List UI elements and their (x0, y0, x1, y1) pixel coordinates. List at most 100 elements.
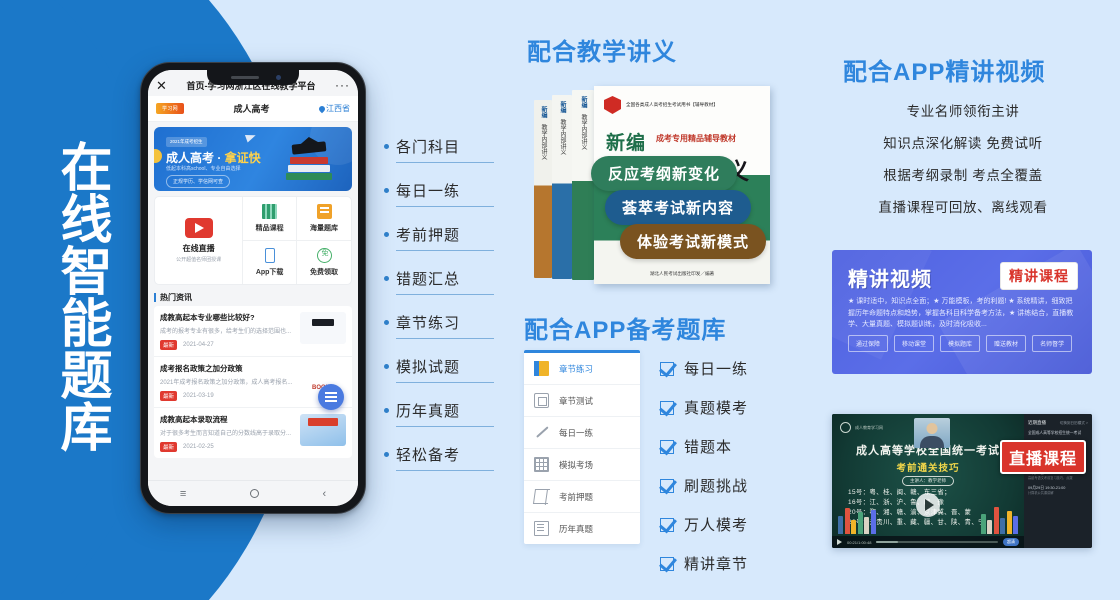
bullet-underline (396, 470, 494, 471)
book-shape (980, 514, 986, 534)
video-line: 专业名师领衔主讲 (906, 104, 1020, 119)
front-camera-icon (276, 75, 281, 80)
course-card-title: 精讲视频 (848, 269, 932, 291)
list-item[interactable]: 全国成人高等学校招生统一考试 (1028, 431, 1088, 436)
more-dots-icon[interactable]: ··· (335, 78, 350, 92)
banner-book-2 (288, 165, 330, 172)
live-course-badge: 直播课程 (999, 440, 1086, 474)
qbank-menu-item-past-papers[interactable]: 历年真题 (524, 513, 640, 544)
bullet-underline (396, 382, 494, 383)
location-label: 江西省 (326, 104, 350, 113)
schedule-title: 全国成人高等学校招生统一考试 (1028, 431, 1082, 435)
qbank-menu-label: 章节测试 (559, 395, 594, 406)
list-item: 章节练习 (384, 312, 494, 339)
promo-banner-stage: 在线智能题库 ✕ 首页-学习网浙江区在线教学平台 ··· 学习网 成人高考 江西… (0, 0, 1120, 600)
android-back-icon[interactable]: ‹ (322, 488, 326, 500)
sidebar-switch-link[interactable]: 切换到日历模式 > (1060, 421, 1088, 426)
paper-plane-icon (244, 131, 258, 143)
chapter-test-icon (534, 393, 549, 408)
book-spine-head: 新编 (559, 101, 565, 113)
android-navbar: ≡ ‹ (148, 480, 358, 506)
list-item: 各门科目 (384, 136, 494, 163)
list-item[interactable]: 成教高起本专业哪些比较好? 成考的报考专业有很多，给考生们的选择范围也... 最… (154, 306, 352, 357)
list-item: 错题本 (660, 436, 748, 457)
check-icon (660, 517, 674, 532)
course-tag[interactable]: 模拟题库 (940, 335, 981, 352)
course-card-tags: 通过保障 移动课堂 模拟题库 赠送教材 名师督学 (848, 335, 1082, 352)
qbank-menu-item-daily-practice[interactable]: 每日一练 (524, 417, 640, 449)
banner-title: 成人高考 · 拿证快 (166, 151, 261, 165)
video-quality-badge[interactable]: 超清 (1003, 538, 1019, 546)
mobile-phone-icon (264, 248, 275, 263)
list-item[interactable]: 成教高起本录取流程 对于很多考生而言知道自己的分数线高于录取分... 最新 20… (154, 408, 352, 458)
play-button-icon[interactable] (916, 493, 940, 518)
android-menu-icon[interactable]: ≡ (180, 488, 186, 500)
news-item-body: 成考报名政策之加分政策 2021年成考报名政策之加分政策，成人高考报名... 最… (160, 363, 294, 401)
check-icon (660, 478, 674, 493)
news-item-title: 成考报名政策之加分政策 (160, 364, 243, 373)
feature-bullet-list: 各门科目 每日一练 考前押题 错题汇总 章节练习 模拟试题 历年真题 轻松备考 (384, 136, 494, 488)
book-shape (857, 512, 863, 534)
video-progress-fill (876, 541, 899, 543)
banner-tagline: 2021年成考招生 (166, 137, 207, 147)
video-line: 直播课程可回放、离线观看 (878, 200, 1048, 215)
list-item: 刷题挑战 (660, 475, 748, 496)
blackboard-line: 15号：粤、桂、闽、赣、东三省； (848, 489, 951, 496)
course-promo-card[interactable]: 精讲视频 精讲课程 ★ 课时适中，知识点全面；★ 万能模板，考的利题! ★ 系统… (832, 250, 1092, 374)
course-tag[interactable]: 赠送教材 (986, 335, 1027, 352)
news-item-date: 2021-03-19 (183, 393, 214, 399)
course-tag[interactable]: 名师督学 (1032, 335, 1073, 352)
android-home-icon[interactable] (249, 489, 259, 498)
bullet-label: 轻松备考 (396, 447, 461, 464)
list-item: 每日一练 (384, 180, 494, 207)
blackboard-pill: 主讲人：教学老师 (902, 476, 954, 486)
bullet-label: 每日一练 (396, 183, 461, 200)
list-item[interactable]: 09月29日 19:30-21:00 计算机公共课讲解 (1028, 486, 1088, 496)
promo-banner-card[interactable]: 2021年成考招生 成人高考 · 拿证快 低起本科高school、专业自由选择 … (154, 127, 352, 191)
status-badge: 最新 (160, 340, 178, 350)
feature-cell-label: 海量题库 (310, 225, 339, 232)
feature-live-subtitle: 公开超值名师团授课 (176, 257, 222, 263)
course-tag[interactable]: 移动课堂 (894, 335, 935, 352)
list-item: 真题模考 (660, 397, 748, 418)
book-shape (851, 520, 856, 534)
video-watermark-logo: 成人教育学习网 (840, 422, 883, 433)
play-pause-icon[interactable] (837, 539, 842, 545)
live-class-card[interactable]: 成人教育学习网 成人高等学校全国统一考试 考前通关技巧 主讲人：教学老师 15号… (832, 414, 1092, 548)
check-label: 每日一练 (684, 361, 749, 378)
video-progress-slider[interactable] (876, 541, 998, 543)
location-selector[interactable]: 江西省 (317, 103, 350, 114)
qbank-menu-item-pre-exam[interactable]: 考前押题 (524, 481, 640, 513)
feature-grid-cells: 精品课程 海量题库 App下载 免费领取 (243, 197, 351, 284)
feature-live-cell[interactable]: 在线直播 公开超值名师团授课 (155, 197, 244, 284)
close-icon[interactable]: ✕ (156, 79, 167, 92)
bullet-underline (396, 426, 494, 427)
decor-books-right (980, 507, 1018, 534)
qbank-menu-item-chapter-practice[interactable]: 章节练习 (524, 353, 640, 385)
book-spine-head: 新编 (580, 96, 586, 108)
feature-cell-free-claim[interactable]: 免费领取 (297, 241, 351, 284)
qbank-menu-item-mock-exam[interactable]: 模拟考场 (524, 449, 640, 481)
qbank-menu-label: 模拟考场 (559, 459, 594, 470)
phone-screen: ✕ 首页-学习网浙江区在线教学平台 ··· 学习网 成人高考 江西省 2021年… (148, 70, 358, 506)
news-item-meta: 最新 2021-03-19 (160, 391, 294, 401)
books-section-heading: 配合教学讲义 (527, 39, 677, 66)
news-item-title: 成教高起本专业哪些比较好? (160, 313, 255, 322)
feature-cell-app-download[interactable]: App下载 (243, 241, 298, 284)
news-heading-label: 热门资讯 (160, 293, 192, 302)
video-controls[interactable]: 00:21/1:00:48 超清 (832, 536, 1024, 548)
bullet-label: 章节练习 (396, 315, 461, 332)
decor-books-left (838, 508, 876, 534)
feature-cell-question-bank[interactable]: 海量题库 (297, 197, 351, 241)
feature-cell-label: App下载 (255, 269, 284, 276)
feature-cell-courses[interactable]: 精品课程 (243, 197, 298, 241)
qbank-menu-item-chapter-test[interactable]: 章节测试 (524, 385, 640, 417)
video-player[interactable]: 成人教育学习网 成人高等学校全国统一考试 考前通关技巧 主讲人：教学老师 15号… (832, 414, 1024, 548)
bullet-dot-icon (384, 320, 389, 325)
menu-list-fab-icon[interactable] (318, 384, 344, 410)
logo-ring-icon (840, 422, 851, 433)
free-gift-icon (316, 248, 333, 263)
course-tag[interactable]: 通过保障 (848, 335, 889, 352)
blackboard-subtitle: 考前通关技巧 (896, 463, 960, 474)
list-item: 轻松备考 (384, 444, 494, 471)
